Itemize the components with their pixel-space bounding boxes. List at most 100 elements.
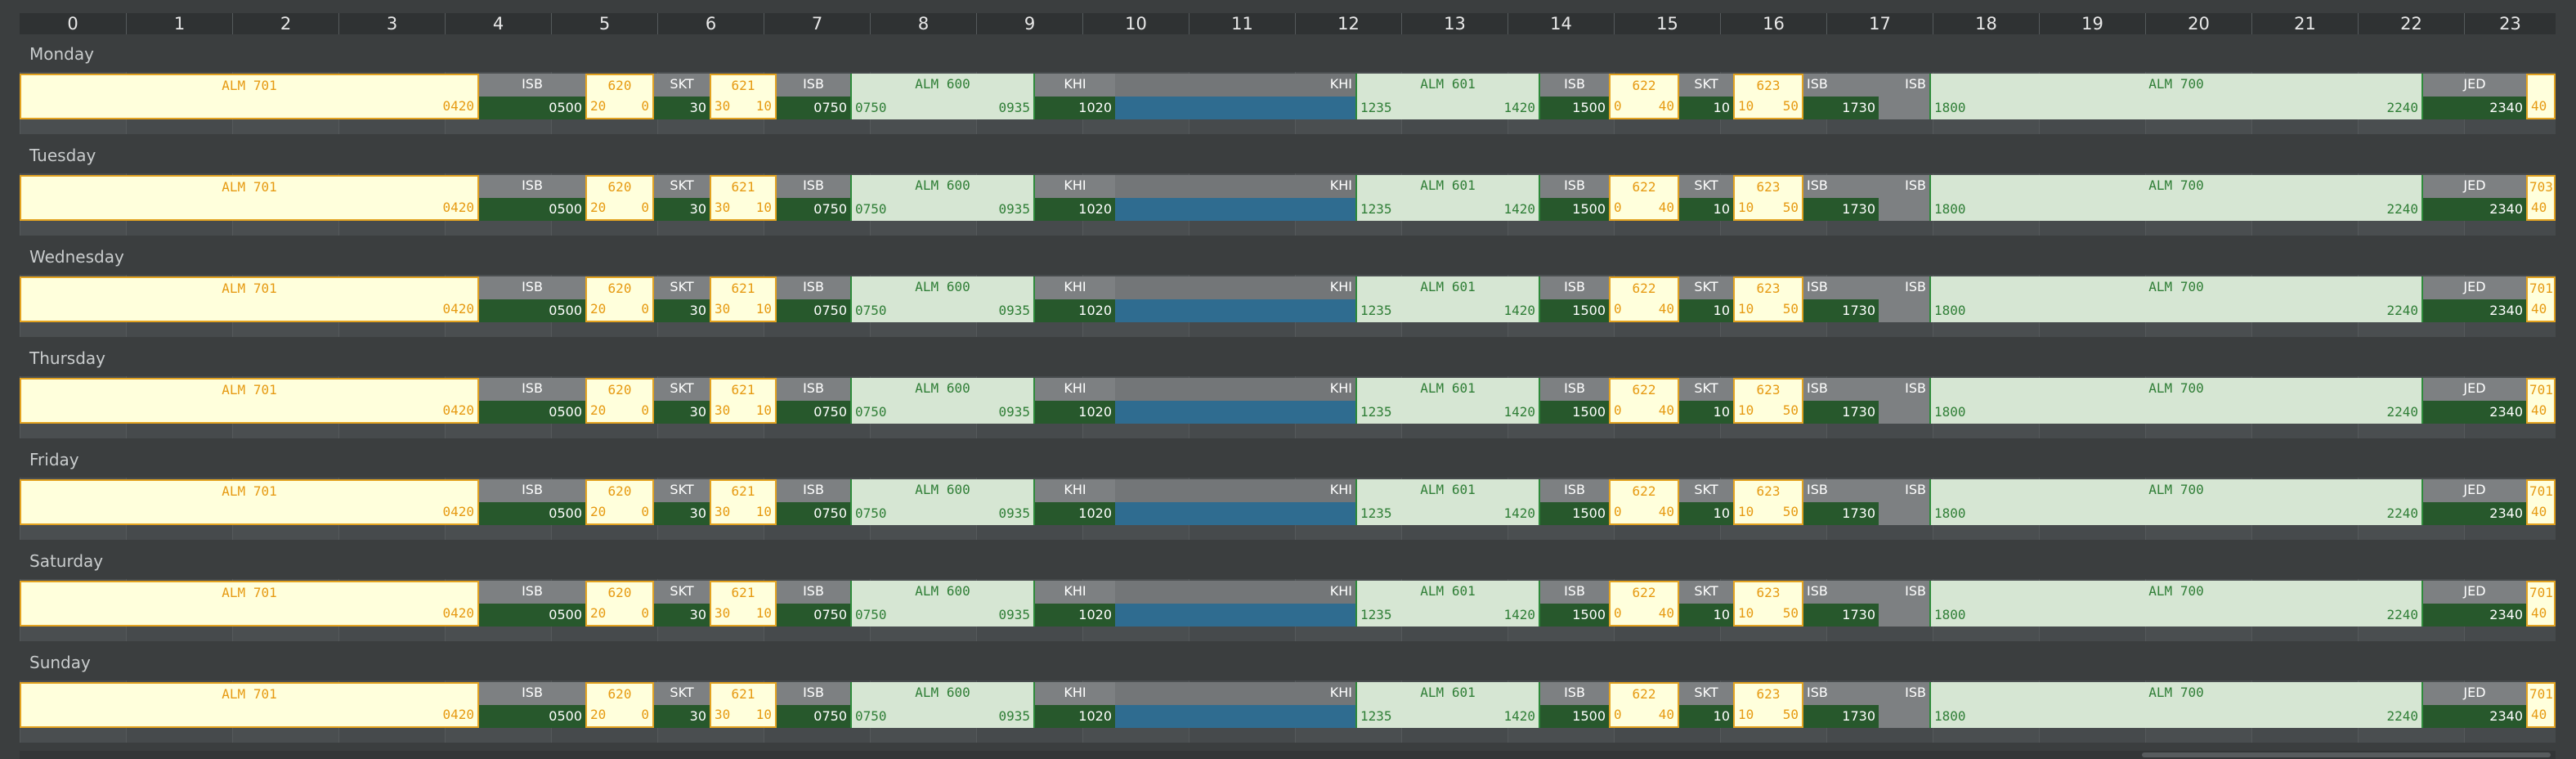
station-block[interactable]: ISB ISB 1730 [1803,479,1929,525]
station-block[interactable]: ISB ISB 1730 [1803,74,1929,119]
station-block[interactable]: SKT 10 [1679,74,1733,119]
station-block[interactable]: JED 2340 [2421,581,2526,627]
rotation-block[interactable]: 620 20 0 [585,74,654,119]
rotation-block[interactable]: 623 10 50 [1733,378,1803,424]
rotation-block[interactable]: 622 0 40 [1609,479,1679,525]
flight-block[interactable]: ALM 600 0750 0935 [850,479,1033,525]
rotation-block[interactable]: 622 0 40 [1609,74,1679,119]
rotation-block[interactable]: 621 30 10 [710,682,777,728]
station-block[interactable]: ISB 0500 [479,479,585,525]
station-block[interactable]: ISB 0500 [479,581,585,627]
flight-block[interactable]: ALM 601 1235 1420 [1355,682,1539,728]
rotation-block[interactable]: 620 20 0 [585,276,654,322]
station-block[interactable]: KHI 1020 [1033,682,1115,728]
station-block[interactable]: JED 2340 [2421,175,2526,221]
station-block[interactable]: SKT 10 [1679,175,1733,221]
flight-block[interactable]: ALM 700 1800 2240 [1929,682,2421,728]
flight-block[interactable]: ALM 601 1235 1420 [1355,581,1539,627]
station-block[interactable]: JED 2340 [2421,682,2526,728]
station-block[interactable]: SKT 30 [654,682,710,728]
rotation-block[interactable]: ALM 701 0420 [20,479,479,525]
station-block[interactable]: KHI 1020 [1033,74,1115,119]
rotation-block[interactable]: 623 10 50 [1733,682,1803,728]
station-block[interactable]: ISB 1500 [1539,378,1609,424]
flight-block[interactable]: ALM 600 0750 0935 [850,74,1033,119]
station-block[interactable]: SKT 30 [654,175,710,221]
station-block[interactable]: ISB 1500 [1539,479,1609,525]
transit-block[interactable]: KHI [1115,74,1355,119]
rotation-block[interactable]: 621 30 10 [710,378,777,424]
rotation-block[interactable]: 701 40 [2526,581,2556,627]
transit-block[interactable]: KHI [1115,682,1355,728]
station-block[interactable]: KHI 1020 [1033,581,1115,627]
station-block[interactable]: ISB 0500 [479,682,585,728]
rotation-block[interactable]: 622 0 40 [1609,581,1679,627]
station-block[interactable]: ISB 0500 [479,276,585,322]
flight-block[interactable]: ALM 600 0750 0935 [850,276,1033,322]
rotation-block[interactable]: 623 10 50 [1733,581,1803,627]
station-block[interactable]: SKT 10 [1679,479,1733,525]
transit-block[interactable]: KHI [1115,175,1355,221]
station-block[interactable]: SKT 10 [1679,682,1733,728]
station-block[interactable]: KHI 1020 [1033,175,1115,221]
station-block[interactable]: JED 2340 [2421,479,2526,525]
station-block[interactable]: ISB 0750 [777,682,850,728]
rotation-block[interactable]: 701 40 [2526,378,2556,424]
flight-block[interactable]: ALM 600 0750 0935 [850,378,1033,424]
station-block[interactable]: SKT 30 [654,276,710,322]
station-block[interactable]: ISB ISB 1730 [1803,682,1929,728]
rotation-block[interactable]: ALM 701 0420 [20,378,479,424]
rotation-block[interactable]: ALM 701 0420 [20,74,479,119]
scrollbar-thumb[interactable] [2142,752,2551,757]
flight-block[interactable]: ALM 600 0750 0935 [850,682,1033,728]
flight-block[interactable]: ALM 700 1800 2240 [1929,276,2421,322]
flight-block[interactable]: ALM 700 1800 2240 [1929,378,2421,424]
rotation-block[interactable]: 621 30 10 [710,175,777,221]
station-block[interactable]: SKT 30 [654,74,710,119]
station-block[interactable]: ISB 1500 [1539,74,1609,119]
rotation-block[interactable]: 40 [2526,74,2556,119]
rotation-block[interactable]: 622 0 40 [1609,276,1679,322]
rotation-block[interactable]: 623 10 50 [1733,479,1803,525]
station-block[interactable]: ISB 0500 [479,378,585,424]
station-block[interactable]: SKT 10 [1679,276,1733,322]
flight-block[interactable]: ALM 700 1800 2240 [1929,479,2421,525]
station-block[interactable]: ISB ISB 1730 [1803,175,1929,221]
station-block[interactable]: ISB 0500 [479,175,585,221]
rotation-block[interactable]: 620 20 0 [585,175,654,221]
rotation-block[interactable]: 620 20 0 [585,581,654,627]
station-block[interactable]: ISB 0750 [777,74,850,119]
rotation-block[interactable]: ALM 701 0420 [20,581,479,627]
station-block[interactable]: ISB 0750 [777,581,850,627]
rotation-block[interactable]: ALM 701 0420 [20,276,479,322]
rotation-block[interactable]: 621 30 10 [710,479,777,525]
station-block[interactable]: SKT 10 [1679,378,1733,424]
rotation-block[interactable]: 622 0 40 [1609,175,1679,221]
station-block[interactable]: SKT 30 [654,378,710,424]
rotation-block[interactable]: 620 20 0 [585,682,654,728]
flight-block[interactable]: ALM 601 1235 1420 [1355,378,1539,424]
rotation-block[interactable]: 623 10 50 [1733,74,1803,119]
rotation-block[interactable]: ALM 701 0420 [20,175,479,221]
flight-block[interactable]: ALM 601 1235 1420 [1355,175,1539,221]
flight-block[interactable]: ALM 601 1235 1420 [1355,276,1539,322]
station-block[interactable]: ISB 0750 [777,378,850,424]
station-block[interactable]: KHI 1020 [1033,378,1115,424]
station-block[interactable]: ISB 0750 [777,175,850,221]
rotation-block[interactable]: 620 20 0 [585,378,654,424]
station-block[interactable]: ISB 1500 [1539,276,1609,322]
station-block[interactable]: ISB ISB 1730 [1803,276,1929,322]
rotation-block[interactable]: 701 40 [2526,682,2556,728]
station-block[interactable]: KHI 1020 [1033,479,1115,525]
station-block[interactable]: SKT 30 [654,479,710,525]
flight-block[interactable]: ALM 700 1800 2240 [1929,74,2421,119]
transit-block[interactable]: KHI [1115,581,1355,627]
station-block[interactable]: SKT 10 [1679,581,1733,627]
station-block[interactable]: KHI 1020 [1033,276,1115,322]
station-block[interactable]: JED 2340 [2421,276,2526,322]
flight-block[interactable]: ALM 700 1800 2240 [1929,581,2421,627]
station-block[interactable]: SKT 30 [654,581,710,627]
rotation-block[interactable]: 622 0 40 [1609,682,1679,728]
transit-block[interactable]: KHI [1115,276,1355,322]
station-block[interactable]: ISB 1500 [1539,581,1609,627]
